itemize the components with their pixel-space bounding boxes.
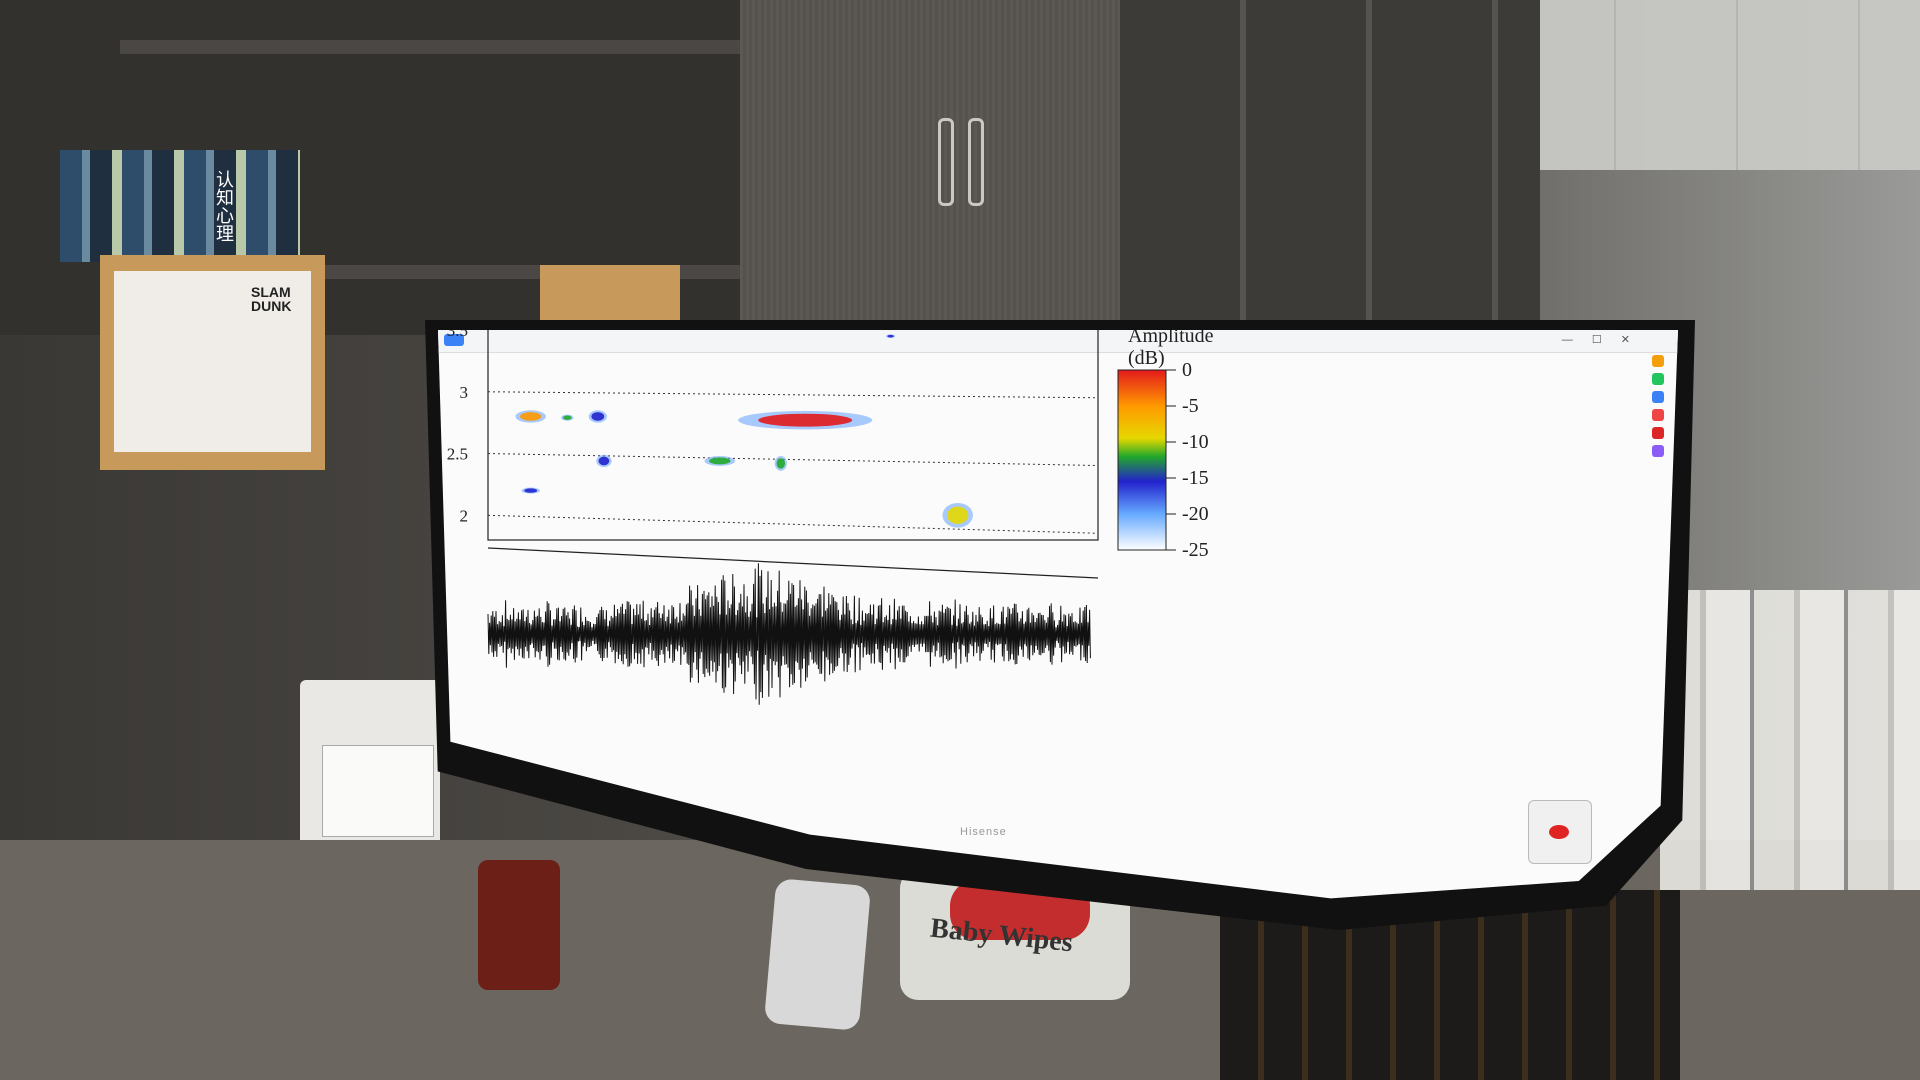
spectrogram-blob: [598, 456, 610, 466]
spectrogram-blob: [947, 506, 969, 524]
shelf-board: [120, 40, 740, 54]
monitor-brand: Hisense: [960, 826, 1007, 838]
colorbar-title: Amplitude: [1128, 330, 1214, 347]
floating-notification[interactable]: [1528, 800, 1592, 864]
spectrogram-blob: [591, 412, 605, 421]
colorbar-tick-label: -15: [1182, 467, 1209, 489]
books: 认知心理: [60, 150, 300, 262]
spectrogram-panel: [487, 330, 1099, 541]
colorbar-tick-label: -20: [1182, 503, 1209, 525]
colorbar-tick-label: 0: [1182, 359, 1192, 381]
spectrogram-blob: [520, 412, 542, 421]
cabinet-handle: [938, 118, 954, 206]
y-tick-label: 3.5: [447, 330, 468, 340]
right-shelf: [1120, 0, 1540, 340]
cabinet: [740, 0, 1120, 335]
grid-line: [487, 453, 1099, 467]
colorbar-tick-label: -10: [1182, 431, 1209, 453]
photo-frame: SLAM DUNK: [100, 255, 325, 470]
colorbar-tick-label: -25: [1182, 539, 1209, 561]
spectrogram-blob: [887, 334, 894, 338]
printer-label: [322, 745, 434, 837]
cabinet-handle: [968, 118, 984, 206]
spectrogram-blob: [776, 458, 786, 469]
book-spine-text: 认知心理: [213, 170, 234, 242]
spectrogram-blob: [709, 457, 731, 465]
grid-line: [487, 514, 1099, 534]
grid-line: [487, 391, 1099, 399]
spectrogram-blob: [758, 413, 853, 427]
photo-title: SLAM DUNK: [251, 284, 292, 314]
spectrogram-blob: [563, 415, 572, 420]
amplitude-waveform: [487, 563, 1091, 705]
photo: SLAM DUNK: [114, 271, 311, 452]
colorbar-tick-label: -5: [1182, 395, 1199, 417]
colorbar: [1117, 369, 1167, 551]
y-tick-label: 3: [460, 383, 469, 402]
spectrogram-blob: [524, 488, 538, 493]
jar: [478, 860, 560, 990]
y-tick-label: 2: [460, 506, 469, 525]
bottles-right: [1660, 590, 1920, 890]
colorbar-unit: (dB): [1128, 347, 1165, 369]
app-logo-icon: [1549, 825, 1569, 839]
phone-stand: [763, 878, 872, 1031]
y-tick-label: 2.5: [447, 445, 468, 464]
panel-divider: [487, 547, 1099, 579]
